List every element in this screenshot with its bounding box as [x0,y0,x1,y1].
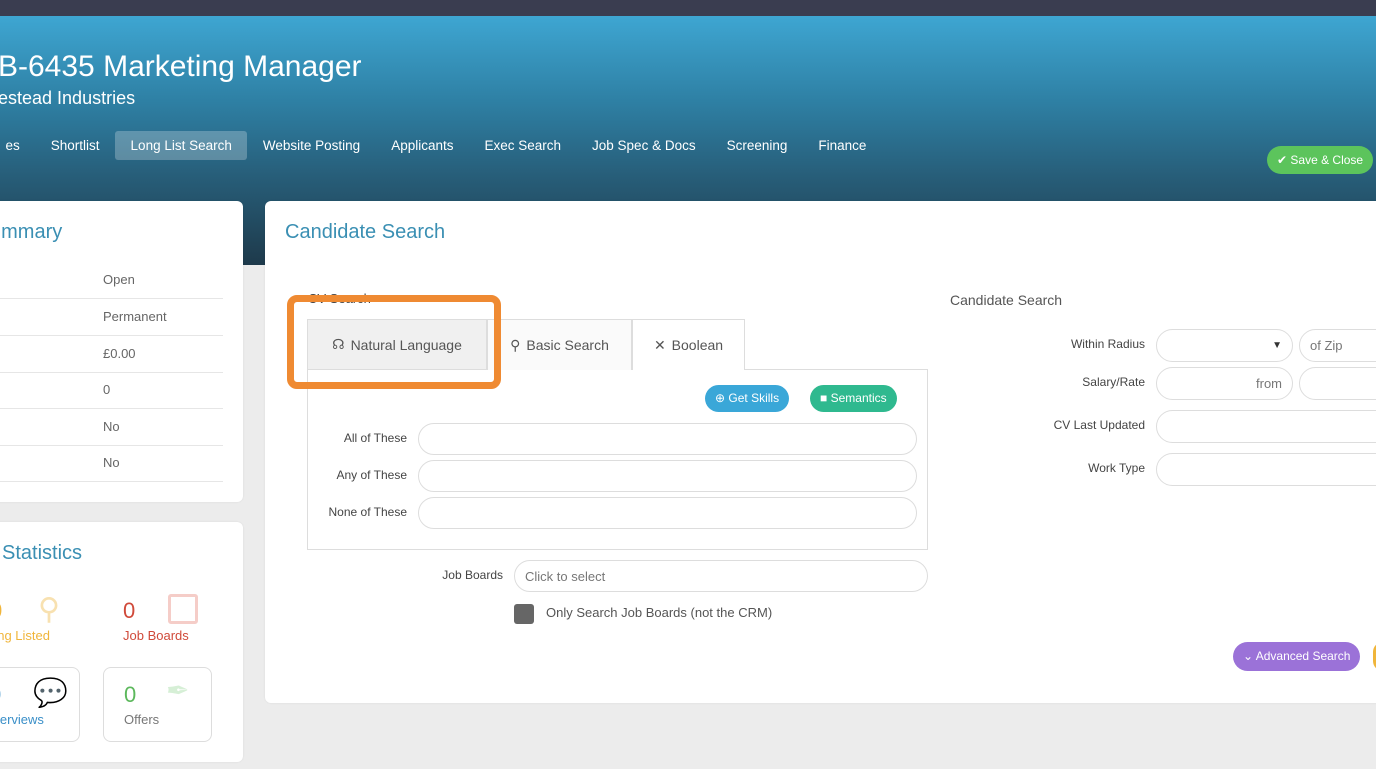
nav-item-screening[interactable]: Screening [711,131,803,160]
summary-card: ummary Open Permanent £0.00 0 No No [0,201,243,502]
statistics-title: Statistics [2,542,83,564]
get-skills-button[interactable]: ⊕ Get Skills [705,385,790,412]
only-job-boards-label: Only Search Job Boards (not the CRM) [546,605,773,620]
none-of-these-label: None of These [328,505,408,519]
tab-basic-search[interactable]: ⚲ Basic Search [487,319,632,370]
any-of-these-label: Any of These [336,468,408,482]
work-type-input[interactable] [1156,453,1376,486]
only-job-boards-checkbox[interactable] [514,604,534,624]
nav-item-exec-search[interactable]: Exec Search [469,131,577,160]
cv-last-updated-label: CV Last Updated [1053,418,1145,432]
summary-title: ummary [0,221,63,243]
top-bar [0,0,1376,16]
salary-to-input[interactable] [1299,367,1376,400]
work-type-label: Work Type [1088,461,1145,475]
nav-item-shortlist[interactable]: Shortlist [35,131,115,160]
chevron-down-icon: ▼ [1272,340,1282,351]
save-close-button[interactable]: ✔ Save & Close [1267,146,1374,174]
semantics-button[interactable]: ■ Semantics [810,385,897,412]
salary-from-input[interactable]: from [1156,367,1293,400]
within-radius-label: Within Radius [1070,337,1145,351]
zip-input[interactable]: of Zip [1299,329,1376,362]
company-name: estead Industries [0,88,136,108]
nav-item-job-spec-docs[interactable]: Job Spec & Docs [577,131,712,160]
nav-item-long-list-search[interactable]: Long List Search [115,131,248,160]
job-boards-label: Job Boards [442,568,503,582]
nav-item-finance[interactable]: Finance [803,131,882,160]
stat-offers-box[interactable]: 0 Offers ✒ [103,667,212,742]
summary-row: £0.00 [0,336,223,373]
summary-row: Open [0,262,223,299]
check-icon: ✔ [1277,153,1291,167]
candidate-search-title: Candidate Search [285,221,446,243]
nav-item-website-posting[interactable]: Website Posting [247,131,375,160]
job-nav: es Shortlist Long List Search Website Po… [0,131,882,160]
video-icon: ■ [820,391,831,405]
cv-last-updated-input[interactable] [1156,410,1376,443]
summary-row: No [0,445,223,482]
search-icon: ⚲ [510,336,521,353]
radius-select[interactable]: ▼ [1156,329,1293,362]
job-boards-select[interactable]: Click to select [514,560,928,592]
any-of-these-input[interactable] [418,460,917,492]
summary-row: No [0,409,223,446]
advanced-search-button[interactable]: ⌄ Advanced Search [1233,642,1361,671]
job-title: B-6435 Marketing Manager [0,50,362,83]
crosshair-icon: ⊕ [715,391,729,405]
summary-row: 0 [0,372,223,409]
all-of-these-label: All of These [343,431,407,445]
nav-item-applicants[interactable]: Applicants [376,131,469,160]
chevron-down-icon: ⌄ [1243,649,1256,663]
all-of-these-input[interactable] [418,423,917,455]
summary-row: Permanent [0,299,223,336]
user-search-icon: ⚲ [38,593,60,626]
pen-icon: ✒ [166,675,190,706]
statistics-card: Statistics 0ong Listed ⚲ 0Job Boards 0nt… [0,522,243,762]
id-badge-icon [168,594,198,624]
tab-boolean[interactable]: ✕ Boolean [632,319,745,370]
candidate-search-card: Candidate Search CV Search ☊ Natural Lang… [265,201,1376,703]
tools-icon: ✕ [653,336,666,353]
none-of-these-input[interactable] [418,497,917,529]
chat-icon: 💬 [33,677,68,708]
nav-item-candidates[interactable]: es [0,131,35,160]
salary-label: Salary/Rate [1082,375,1145,389]
stat-interviews-box[interactable]: 0nterviews 💬 [0,667,80,742]
right-search-title: Candidate Search [950,292,1063,308]
highlight-box [287,295,501,389]
